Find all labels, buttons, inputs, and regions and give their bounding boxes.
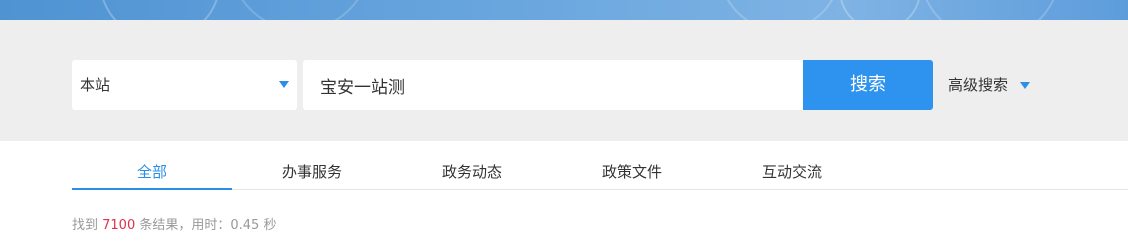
- search-bar-area: 本站 搜索 高级搜索: [0, 20, 1128, 141]
- search-button[interactable]: 搜索: [803, 60, 933, 110]
- caret-down-icon[interactable]: [1020, 82, 1030, 89]
- tab-services[interactable]: 办事服务: [232, 141, 392, 189]
- search-scope-value: 本站: [80, 76, 111, 94]
- active-tab-indicator: [72, 188, 232, 190]
- header-banner: [0, 0, 1128, 20]
- advanced-search-link[interactable]: 高级搜索: [948, 60, 1008, 110]
- tab-all[interactable]: 全部: [72, 141, 232, 189]
- tab-policy[interactable]: 政策文件: [552, 141, 712, 189]
- result-suffix: 秒: [259, 218, 277, 233]
- tab-interaction[interactable]: 互动交流: [712, 141, 872, 189]
- result-middle: 条结果，用时：: [135, 218, 231, 233]
- banner-decoration: [102, 0, 1055, 20]
- result-count: 7100: [102, 218, 136, 233]
- search-scope-select[interactable]: 本站: [72, 60, 297, 110]
- result-summary: 找到 7100 条结果，用时：0.45 秒: [72, 216, 276, 236]
- result-prefix: 找到: [72, 218, 103, 233]
- search-input[interactable]: [303, 60, 803, 110]
- caret-down-icon: [279, 81, 289, 88]
- tab-news[interactable]: 政务动态: [392, 141, 552, 189]
- result-time: 0.45: [230, 218, 260, 233]
